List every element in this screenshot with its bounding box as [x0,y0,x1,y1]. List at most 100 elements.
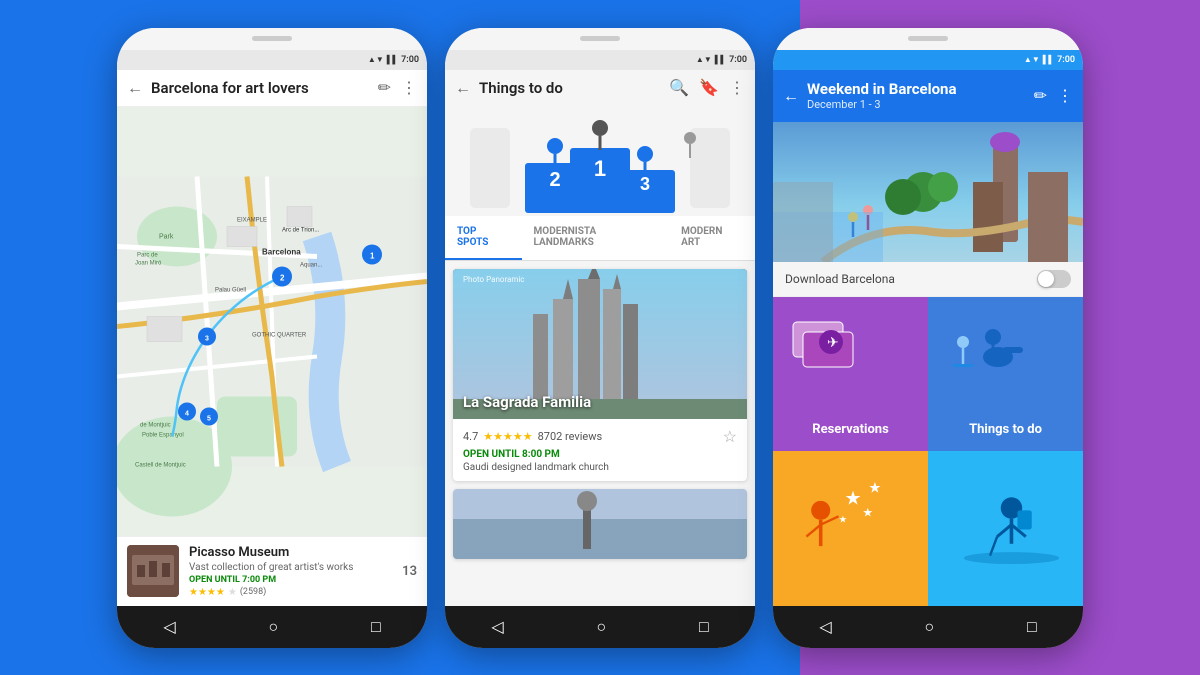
phone2-time: 7:00 [729,55,747,65]
svg-text:4: 4 [185,410,189,417]
phone3-status-bar: ▲▼ ▌▌ 7:00 [773,50,1083,70]
map-svg: Park Parc de Joan Miró Barcelona EIXAMPL… [117,107,427,536]
phone3-back-button[interactable]: ← [783,86,799,106]
nav-back[interactable]: ◁ [163,617,175,636]
svg-text:Castell de Montjuic: Castell de Montjuic [135,462,186,468]
place-rating: ★★★★ ★ (2598) [189,587,392,598]
illustration-area: 2 1 3 [445,106,755,216]
phone1-status-icons: ▲▼ ▌▌ 7:00 [368,55,419,65]
nav-home[interactable]: ○ [268,617,278,637]
place-name: Picasso Museum [189,545,392,560]
nav-home3[interactable]: ○ [924,617,934,637]
svg-text:★: ★ [862,505,873,519]
phone1-header-icons: ✏ ⋮ [378,78,417,97]
spot-description: Gaudi designed landmark church [463,462,737,473]
phone2-status-bar: ▲▼ ▌▌ 7:00 [445,50,755,70]
photo-label: Photo Panoramic [463,275,525,284]
map-area[interactable]: Park Parc de Joan Miró Barcelona EIXAMPL… [117,107,427,536]
toggle-knob [1038,271,1054,287]
svg-text:5: 5 [207,415,211,422]
svg-text:Poble Espanyol: Poble Espanyol [142,432,184,438]
spot-card-sagrada[interactable]: Photo Panoramic La Sagrada Familia 4.7 ★… [453,269,747,481]
place-info: Picasso Museum Vast collection of great … [189,545,392,598]
tabs-bar: TOP SPOTS MODERNISTA LANDMARKS MODERN AR… [445,216,755,261]
spot-card-second[interactable] [453,489,747,559]
things-label: Things to do [969,422,1042,437]
nav-recent[interactable]: □ [371,617,381,637]
things-illustration [938,302,1038,382]
phone1-header: ← Barcelona for art lovers ✏ ⋮ [117,70,427,107]
download-toggle[interactable] [1037,270,1071,288]
wifi-icon2: ▲▼ [696,55,712,64]
wifi-icon3: ▲▼ [1024,55,1040,64]
reservations-label: Reservations [812,422,889,437]
phone3-subtitle: December 1 - 3 [807,98,1026,111]
spot-stars: ★★★★★ [483,430,532,443]
spot-rating-row: 4.7 ★★★★★ 8702 reviews ☆ [463,427,737,446]
bookmark-icon[interactable]: 🔖 [699,78,719,97]
place-number: 13 [402,564,417,579]
phone2-more-icon[interactable]: ⋮ [729,78,745,97]
nav-back3[interactable]: ◁ [819,617,831,636]
wifi-icon: ▲▼ [368,55,384,64]
svg-text:2: 2 [549,169,560,191]
content-area: Photo Panoramic La Sagrada Familia 4.7 ★… [445,261,755,606]
phone1-speaker [252,36,292,41]
back-button[interactable]: ← [127,78,143,98]
phone3: ▲▼ ▌▌ 7:00 ← Weekend in Barcelona Decemb… [773,28,1083,648]
grid-card-things[interactable]: Things to do [928,297,1083,452]
grid-card-reservations[interactable]: ✈ Reservations [773,297,928,452]
phone2-header: ← Things to do 🔍 🔖 ⋮ [445,70,755,106]
phones-container: ▲▼ ▌▌ 7:00 ← Barcelona for art lovers ✏ … [0,0,1200,675]
place-description: Vast collection of great artist's works [189,562,392,573]
phone3-header: ← Weekend in Barcelona December 1 - 3 ✏ … [773,70,1083,122]
phone3-status-icons: ▲▼ ▌▌ 7:00 [1024,55,1075,65]
spot-name-overlay: La Sagrada Familia [463,393,591,411]
svg-text:✈: ✈ [827,334,839,350]
phone3-edit-icon[interactable]: ✏ [1034,86,1047,105]
grid-card-food[interactable]: ★ ★ ★ ★ [773,451,928,606]
tab-modernista[interactable]: MODERNISTA LANDMARKS [522,216,670,260]
phone3-more-icon[interactable]: ⋮ [1057,86,1073,105]
phone2-back-button[interactable]: ← [455,78,471,98]
grid-cards: ✈ Reservations [773,297,1083,606]
phone2: ▲▼ ▌▌ 7:00 ← Things to do 🔍 🔖 ⋮ [445,28,755,648]
grid-card-explore[interactable] [928,451,1083,606]
tab-modern-art[interactable]: MODERN ART [669,216,755,260]
edit-icon[interactable]: ✏ [378,78,391,97]
svg-text:3: 3 [205,335,209,342]
bookmark-star[interactable]: ☆ [723,427,737,446]
phone2-header-icons: 🔍 🔖 ⋮ [669,78,745,97]
food-illustration: ★ ★ ★ ★ [773,451,928,606]
stars: ★★★★ [189,587,225,598]
phone2-speaker [580,36,620,41]
spot-info: 4.7 ★★★★★ 8702 reviews ☆ OPEN UNTIL 8:00… [453,419,747,481]
phone1-time: 7:00 [401,55,419,65]
star-empty: ★ [228,587,237,598]
svg-text:1: 1 [370,251,375,260]
more-icon[interactable]: ⋮ [401,78,417,97]
download-label: Download Barcelona [785,272,895,286]
phone3-time: 7:00 [1057,55,1075,65]
svg-text:Arc de Trion...: Arc de Trion... [282,227,320,233]
barcelona-hero [773,122,1083,262]
svg-text:★: ★ [868,480,881,496]
spot-rating: 4.7 [463,430,478,443]
svg-text:★: ★ [845,488,862,509]
spot-image-sagrada: Photo Panoramic La Sagrada Familia [453,269,747,419]
nav-back2[interactable]: ◁ [491,617,503,636]
tab-top-spots[interactable]: TOP SPOTS [445,216,522,260]
search-icon[interactable]: 🔍 [669,78,689,97]
phone3-header-icons: ✏ ⋮ [1034,86,1073,105]
map-bottom-card: Picasso Museum Vast collection of great … [117,536,427,606]
svg-text:Barcelona: Barcelona [262,247,301,256]
nav-home2[interactable]: ○ [596,617,606,637]
phone1-status-bar: ▲▼ ▌▌ 7:00 [117,50,427,70]
phone2-nav-bar: ◁ ○ □ [445,606,755,648]
nav-recent3[interactable]: □ [1027,617,1037,637]
svg-text:Park: Park [159,233,174,240]
reservations-illustration: ✈ [783,302,883,382]
review-count: (2598) [240,587,266,597]
phone3-title: Weekend in Barcelona [807,80,1026,98]
nav-recent2[interactable]: □ [699,617,709,637]
